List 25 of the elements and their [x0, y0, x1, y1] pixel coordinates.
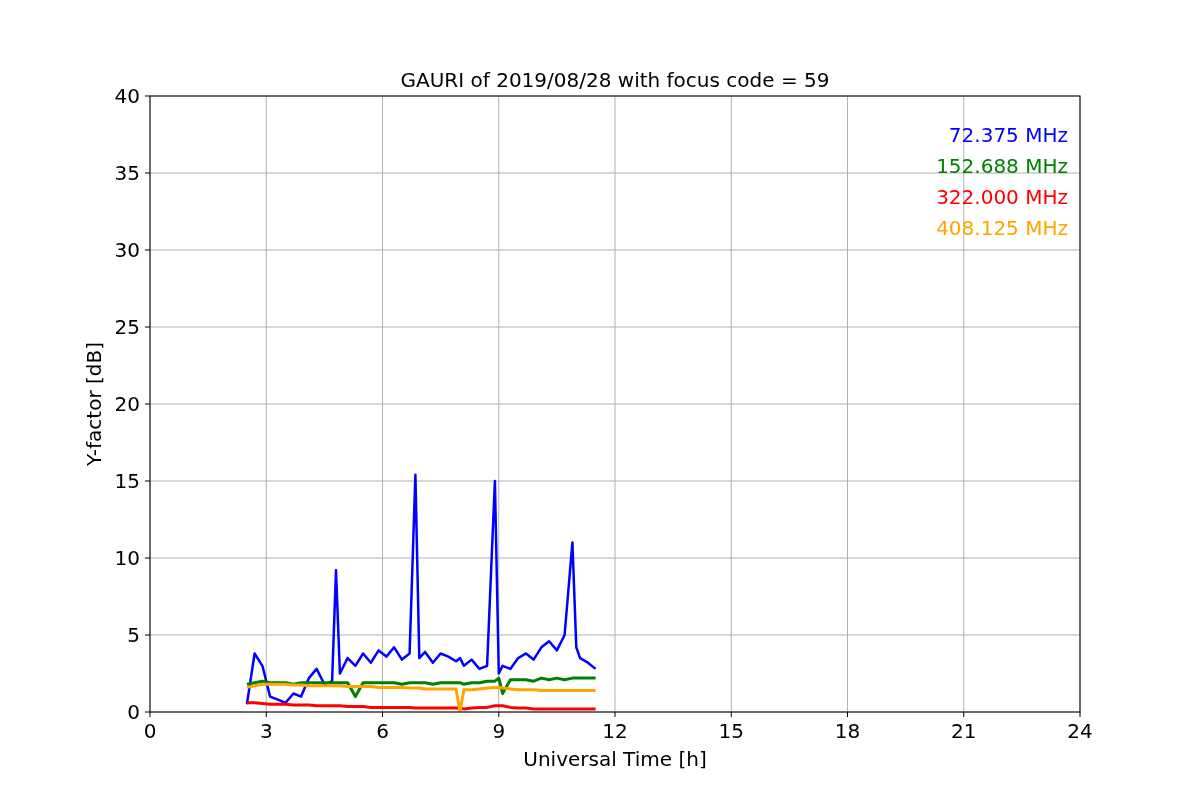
x-tick-label: 12	[602, 719, 628, 743]
y-tick-label: 15	[114, 469, 140, 493]
x-tick-label: 9	[492, 719, 506, 743]
y-tick-label: 20	[114, 392, 140, 416]
x-tick-label: 6	[376, 719, 389, 743]
x-tick-label: 21	[951, 719, 977, 743]
y-tick-label: 25	[114, 315, 140, 339]
x-tick-label: 18	[834, 719, 861, 743]
x-tick-label: 0	[143, 719, 157, 743]
legend-label: 322.000 MHz	[936, 185, 1068, 209]
legend-label: 72.375 MHz	[948, 123, 1068, 147]
y-tick-label: 40	[114, 84, 140, 108]
y-tick-label: 10	[114, 546, 140, 570]
x-tick-label: 15	[718, 719, 744, 743]
x-tick-label: 24	[1067, 719, 1093, 743]
y-tick-label: 35	[114, 161, 140, 185]
chart-title: GAURI of 2019/08/28 with focus code = 59	[400, 68, 830, 92]
legend-label: 152.688 MHz	[936, 154, 1068, 178]
x-axis-label: Universal Time [h]	[523, 747, 707, 771]
x-tick-label: 3	[259, 719, 273, 743]
y-axis-label: Y-factor [dB]	[82, 342, 106, 466]
y-tick-label: 0	[127, 700, 140, 724]
y-tick-label: 5	[127, 623, 140, 647]
y-tick-label: 30	[114, 238, 140, 262]
legend-label: 408.125 MHz	[936, 216, 1068, 240]
